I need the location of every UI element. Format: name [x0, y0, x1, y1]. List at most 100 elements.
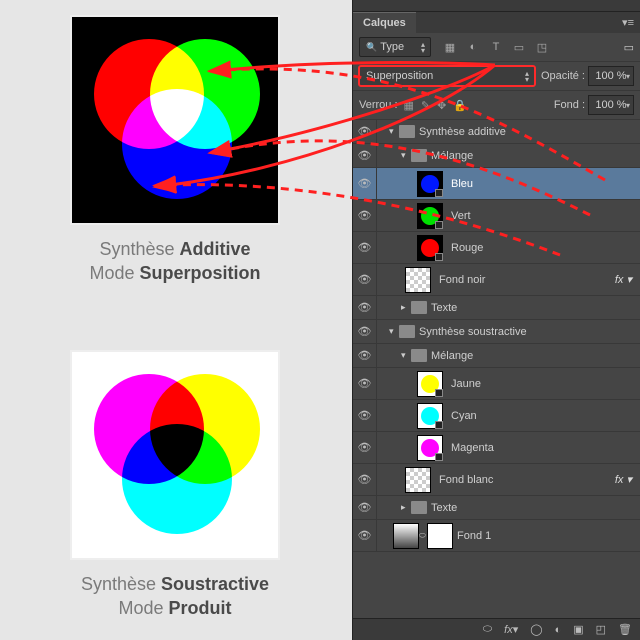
blend-mode-select[interactable]: Superposition ▴▾ [359, 66, 535, 86]
layer-name[interactable]: Bleu [451, 178, 473, 190]
disclose-icon[interactable]: ▾ [389, 126, 399, 137]
panel-menu-icon[interactable]: ▾≡ [616, 12, 640, 33]
layer-group-row[interactable]: 👁 ▸ Texte [353, 496, 640, 520]
visibility-toggle[interactable]: 👁 [353, 232, 377, 263]
layers-panel: Calques ▾≡ 🔍 Type ▴▾ ▦ ◐ T ▭ ◳ ▭ Superpo… [352, 0, 640, 640]
caption-text: Mode [118, 598, 168, 618]
layer-name[interactable]: Fond 1 [457, 530, 491, 542]
layer-name[interactable]: Texte [431, 302, 457, 314]
lock-all-icon[interactable]: 🔒 [453, 99, 467, 112]
layer-row[interactable]: 👁 Magenta [353, 432, 640, 464]
lock-pixels-icon[interactable]: ✎ [421, 99, 430, 112]
layer-mask-icon[interactable]: ◯ [530, 623, 542, 636]
layer-name[interactable]: Mélange [431, 350, 473, 362]
layer-fx-badge[interactable]: fx ▾ [615, 273, 632, 286]
disclose-icon[interactable]: ▾ [401, 150, 411, 161]
new-group-icon[interactable]: ▣ [573, 623, 583, 636]
chevron-down-icon: ▾ [626, 72, 630, 81]
layer-row[interactable]: 👁 Cyan [353, 400, 640, 432]
layer-group-row[interactable]: 👁 ▾ Mélange [353, 344, 640, 368]
cyan-circle [122, 424, 232, 534]
folder-icon [399, 125, 415, 138]
panel-top-grip[interactable] [353, 0, 640, 12]
folder-icon [411, 349, 427, 362]
layer-group-row[interactable]: 👁 ▸ Texte [353, 296, 640, 320]
layer-name[interactable]: Synthèse soustractive [419, 326, 527, 338]
layers-list: 👁 ▾ Synthèse additive 👁 ▾ Mélange 👁 Bleu 👁 Vert 👁 R… [353, 120, 640, 552]
disclose-icon[interactable]: ▸ [401, 302, 411, 313]
layer-name[interactable]: Fond noir [439, 274, 485, 286]
layer-row[interactable]: 👁⬭Fond 1 [353, 520, 640, 552]
layer-name[interactable]: Cyan [451, 410, 477, 422]
disclose-icon[interactable]: ▸ [401, 502, 411, 513]
layer-name[interactable]: Jaune [451, 378, 481, 390]
layers-tab[interactable]: Calques [353, 12, 416, 33]
visibility-toggle[interactable]: 👁 [353, 264, 377, 295]
blue-circle [122, 89, 232, 199]
layer-thumb [405, 267, 431, 293]
filter-toggle[interactable]: ▭ [624, 41, 634, 54]
visibility-toggle[interactable]: 👁 [353, 432, 377, 463]
delete-layer-icon[interactable]: 🗑 [618, 623, 632, 636]
caption-text: Synthèse [99, 239, 179, 259]
filter-adjust-icon[interactable]: ◐ [466, 41, 480, 54]
visibility-toggle[interactable]: 👁 [353, 368, 377, 399]
layer-name[interactable]: Mélange [431, 150, 473, 162]
layer-thumb [405, 467, 431, 493]
layer-thumb [417, 171, 443, 197]
chevron-updown-icon: ▴▾ [525, 71, 529, 83]
layer-name[interactable]: Magenta [451, 442, 494, 454]
visibility-toggle[interactable]: 👁 [353, 496, 377, 519]
subtractive-venn [70, 350, 280, 560]
disclose-icon[interactable]: ▾ [389, 326, 399, 337]
visibility-toggle[interactable]: 👁 [353, 296, 377, 319]
filter-icons-row: ▦ ◐ T ▭ ◳ [443, 41, 549, 54]
layer-group-row[interactable]: 👁 ▾ Synthèse soustractive [353, 320, 640, 344]
layer-fx-badge[interactable]: fx ▾ [615, 473, 632, 486]
layer-name[interactable]: Fond blanc [439, 474, 493, 486]
layer-row[interactable]: 👁 Bleu [353, 168, 640, 200]
additive-caption: Synthèse Additive Mode Superposition [70, 237, 280, 286]
layer-name[interactable]: Texte [431, 502, 457, 514]
blend-mode-value: Superposition [366, 70, 433, 82]
layer-group-row[interactable]: 👁 ▾ Synthèse additive [353, 120, 640, 144]
visibility-toggle[interactable]: 👁 [353, 400, 377, 431]
new-layer-icon[interactable]: ◰ [596, 623, 606, 636]
visibility-toggle[interactable]: 👁 [353, 168, 377, 199]
opacity-value: 100 % [595, 70, 626, 82]
caption-strong: Superposition [140, 263, 261, 283]
lock-transparent-icon[interactable]: ▦ [404, 99, 414, 112]
visibility-toggle[interactable]: 👁 [353, 344, 377, 367]
visibility-toggle[interactable]: 👁 [353, 320, 377, 343]
filter-shape-icon[interactable]: ▭ [512, 41, 526, 54]
visibility-toggle[interactable]: 👁 [353, 200, 377, 231]
layer-row[interactable]: 👁 Rouge [353, 232, 640, 264]
layer-group-row[interactable]: 👁 ▾ Mélange [353, 144, 640, 168]
opacity-label: Opacité : [541, 70, 585, 82]
layer-style-icon[interactable]: fx▾ [504, 623, 518, 636]
subtractive-caption: Synthèse Soustractive Mode Produit [70, 572, 280, 621]
visibility-toggle[interactable]: 👁 [353, 144, 377, 167]
layer-row[interactable]: 👁 Vert [353, 200, 640, 232]
layer-name[interactable]: Synthèse additive [419, 126, 506, 138]
visibility-toggle[interactable]: 👁 [353, 520, 377, 551]
filter-smart-icon[interactable]: ◳ [535, 41, 549, 54]
visibility-toggle[interactable]: 👁 [353, 464, 377, 495]
layer-row[interactable]: 👁 Jaune [353, 368, 640, 400]
link-layers-icon[interactable]: ⬭ [483, 623, 492, 636]
layer-row[interactable]: 👁 Fond noir fx ▾ [353, 264, 640, 296]
new-fill-icon[interactable]: ◐ [555, 624, 562, 636]
layer-thumb [417, 435, 443, 461]
fill-input[interactable]: 100 % ▾ [588, 95, 634, 115]
layer-name[interactable]: Vert [451, 210, 471, 222]
disclose-icon[interactable]: ▾ [401, 350, 411, 361]
layer-row[interactable]: 👁 Fond blanc fx ▾ [353, 464, 640, 496]
filter-pixel-icon[interactable]: ▦ [443, 41, 457, 54]
additive-venn [70, 15, 280, 225]
layer-name[interactable]: Rouge [451, 242, 483, 254]
opacity-input[interactable]: 100 % ▾ [588, 66, 634, 86]
visibility-toggle[interactable]: 👁 [353, 120, 377, 143]
lock-position-icon[interactable]: ✥ [437, 99, 446, 112]
filter-type-icon[interactable]: T [489, 41, 503, 54]
filter-kind-select[interactable]: 🔍 Type ▴▾ [359, 37, 431, 57]
